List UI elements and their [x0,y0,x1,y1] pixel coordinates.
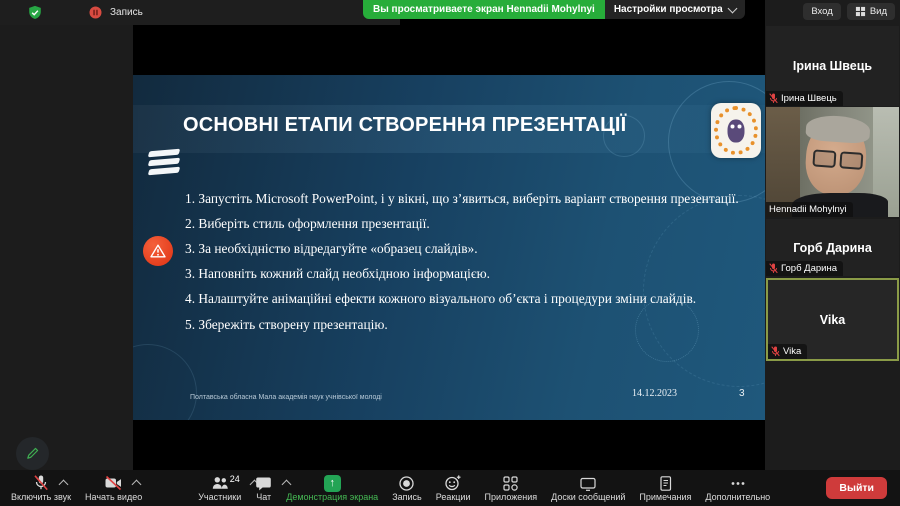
presentation-slide: ОСНОВНІ ЕТАПИ СТВОРЕННЯ ПРЕЗЕНТАЦІЇ 1. З… [133,75,765,420]
apps-label: Приложения [484,492,538,502]
start-video-button[interactable]: Начать видео [78,470,149,506]
mic-muted-icon [769,263,778,274]
participants-sidebar: Вход Вид Ірина Швець Ірина Швець Hennadi… [765,0,900,506]
participants-button[interactable]: Участники 24 [191,470,260,506]
video-person-hair [805,113,871,145]
recording-indicator-icon[interactable] [88,5,103,20]
view-label: Вид [869,6,887,17]
view-settings-button[interactable]: Настройки просмотра [604,0,745,19]
slide-list-item: 2. Виберіть стиль оформлення презентації… [185,216,430,232]
unmute-button[interactable]: Включить звук [4,470,78,506]
login-button[interactable]: Вход [803,3,841,20]
camera-muted-icon [104,474,123,492]
participant-tile-active[interactable]: Vika Vika [766,278,899,361]
warning-icon [143,236,173,266]
participant-label-text: Hennadii Mohylnyi [769,204,847,215]
webcam-video [766,107,899,217]
more-label: Дополнительно [705,492,771,502]
security-shield-icon[interactable] [27,5,43,21]
gallery-view-icon [855,6,865,17]
participant-label: Горб Дарина [766,261,843,276]
leave-button[interactable]: Выйти [826,477,887,499]
slide-list-item: 4. Налаштуйте анімаційні ефекти кожного … [185,291,697,307]
record-label: Запись [392,492,422,502]
record-button[interactable]: Запись [385,470,429,506]
logo-owl [727,119,745,142]
shared-screen-view: ОСНОВНІ ЕТАПИ СТВОРЕННЯ ПРЕЗЕНТАЦІЇ 1. З… [133,0,765,470]
meeting-toolbar: Включить звук Начать видео Участники 24 … [0,470,900,506]
participant-label: Hennadii Mohylnyi [766,202,853,217]
screen-share-label: Демонстрация экрана [286,492,379,502]
books-icon [147,147,183,176]
reactions-button[interactable]: Реакции [429,470,478,506]
chevron-down-icon [727,3,738,13]
mic-muted-icon [771,346,780,357]
banner-text: Вы просматриваете экран Hennadii Mohylny… [363,0,605,19]
mic-muted-icon [32,474,50,492]
view-settings-label: Настройки просмотра [613,4,723,15]
mic-muted-icon [769,93,778,104]
video-person-glasses [812,149,864,170]
participant-tile[interactable]: Ірина Швець Ірина Швець [766,26,899,106]
reactions-label: Реакции [435,492,471,502]
chevron-up-icon[interactable] [131,479,142,490]
screen-share-button[interactable]: ↑ Демонстрация экрана [279,470,385,506]
participant-tile-video[interactable]: Hennadii Mohylnyi [766,107,899,217]
slide-footer-date: 14.12.2023 [632,388,677,399]
whiteboards-button[interactable]: Доски сообщений [544,470,632,506]
recording-label: Запись [110,7,143,18]
whiteboards-label: Доски сообщений [551,492,626,502]
notes-label: Примечания [639,492,692,502]
zoom-meeting-window: ОСНОВНІ ЕТАПИ СТВОРЕННЯ ПРЕЗЕНТАЦІЇ 1. З… [0,0,900,506]
slide-title: ОСНОВНІ ЕТАПИ СТВОРЕННЯ ПРЕЗЕНТАЦІЇ [183,114,627,136]
apps-icon [502,474,519,492]
slide-list-item: 3. Наповніть кожний слайд необхідною інф… [185,266,490,282]
slide-list-item: 1. Запустіть Microsoft PowerPoint, і у в… [185,191,739,206]
start-video-label: Начать видео [85,492,143,502]
screen-share-banner: Вы просматриваете экран Hennadii Mohylny… [363,0,745,19]
slide-bullet-list: 1. Запустіть Microsoft PowerPoint, і у в… [185,189,741,340]
slide-decoration-circle [133,344,197,420]
participant-label-text: Ірина Швець [781,93,837,104]
slide-footer-organization: Полтавська обласна Мала академія наук уч… [190,394,382,401]
participant-label: Vika [768,344,808,359]
login-label: Вход [811,6,833,17]
participant-tile[interactable]: Горб Дарина Горб Дарина [766,219,899,276]
academy-logo [711,103,761,158]
reactions-icon [444,474,462,492]
annotate-button[interactable] [16,437,49,470]
participant-label-text: Горб Дарина [781,263,837,274]
participant-label-text: Vika [783,346,802,357]
view-button[interactable]: Вид [846,3,895,20]
pencil-icon [27,447,39,459]
chat-label: Чат [256,492,272,502]
record-icon [398,474,415,492]
chevron-up-icon[interactable] [58,479,69,490]
unmute-label: Включить звук [11,492,72,502]
slide-list-item: 5. Збережіть створену презентацію. [185,316,388,332]
video-person-face [803,113,871,198]
more-button[interactable]: Дополнительно [698,470,777,506]
notes-icon [657,474,674,492]
notes-button[interactable]: Примечания [632,470,698,506]
screen-share-icon: ↑ [323,474,341,492]
meeting-top-bar: Запись [0,0,400,25]
participants-icon [211,474,229,492]
chat-icon [255,474,272,492]
slide-page-number: 3 [739,388,745,399]
participant-label: Ірина Швець [766,91,843,106]
participants-count-badge: 24 [229,474,240,484]
slide-list-item: 3. За необхідністю відредагуйте «образец… [185,241,478,257]
apps-button[interactable]: Приложения [477,470,544,506]
more-icon [729,474,747,492]
chat-button[interactable]: Чат [248,470,292,506]
whiteboard-icon [579,474,597,492]
sidebar-top-buttons: Вход Вид [803,3,895,20]
participants-label: Участники [198,492,242,502]
